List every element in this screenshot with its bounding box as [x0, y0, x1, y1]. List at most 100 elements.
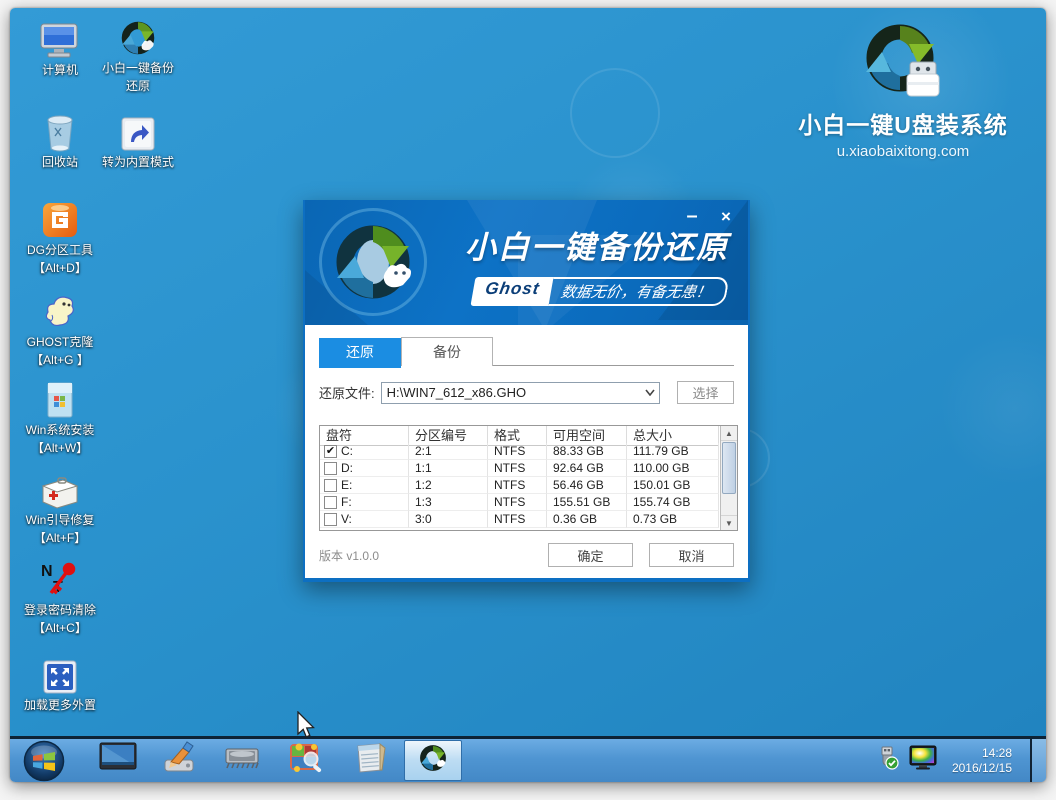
- checkbox-unchecked[interactable]: [324, 513, 337, 526]
- disk-cleanup-icon: [161, 740, 199, 781]
- circular-arrows-icon: [416, 741, 450, 780]
- restore-file-row: 还原文件: H:\WIN7_612_x86.GHO 选择: [319, 381, 734, 404]
- brand-block: 小白一键U盘装系统 u.xiaobaixitong.com: [788, 20, 1018, 160]
- tab-backup[interactable]: 备份: [401, 337, 493, 366]
- scroll-down-icon[interactable]: ▼: [721, 515, 737, 530]
- taskbar-display-settings[interactable]: [92, 741, 144, 781]
- start-button[interactable]: [16, 741, 72, 781]
- slogan-text: 数据无价，有备无患！: [549, 277, 730, 306]
- taskbar: 14:28 2016/12/15: [10, 736, 1046, 782]
- ghost-badge: Ghost: [470, 277, 553, 306]
- table-cell: 0.73 GB: [627, 511, 719, 528]
- minimize-button[interactable]: –: [682, 208, 702, 225]
- table-row-v-drive[interactable]: V:: [320, 511, 409, 528]
- table-cell: 111.79 GB: [627, 443, 719, 460]
- checkbox-unchecked[interactable]: [324, 479, 337, 492]
- table-row-c-drive[interactable]: ✔ C:: [320, 443, 409, 460]
- memory-chip-icon: [222, 743, 262, 778]
- circular-arrows-icon: [90, 18, 186, 58]
- tab-bar: 还原 备份: [319, 325, 734, 366]
- table-cell: 2:1: [409, 443, 488, 460]
- drive-letter: F:: [341, 494, 352, 511]
- desktop-icon-label: GHOST克隆: [12, 335, 108, 350]
- display-color-tray-icon[interactable]: [908, 745, 938, 776]
- tray-clock[interactable]: 14:28 2016/12/15: [952, 746, 1012, 776]
- scroll-up-icon[interactable]: ▲: [721, 426, 737, 441]
- scrollbar-thumb[interactable]: [722, 442, 736, 494]
- taskbar-memory-tool[interactable]: [216, 741, 268, 781]
- desktop-icon-label: 转为内置模式: [90, 155, 186, 170]
- table-cell: 155.74 GB: [627, 494, 719, 511]
- restore-file-combobox[interactable]: H:\WIN7_612_x86.GHO: [381, 382, 660, 404]
- show-desktop-button[interactable]: [1030, 739, 1046, 782]
- diskgenius-icon: [12, 200, 108, 240]
- drive-letter: V:: [341, 511, 352, 528]
- desktop-icon-internal-mode[interactable]: 转为内置模式: [90, 112, 186, 170]
- usb-tray-icon[interactable]: [874, 745, 900, 776]
- notepad-icon: [352, 740, 388, 781]
- desktop-icon-backup-restore-app[interactable]: 小白一键备份 还原: [90, 18, 186, 94]
- table-cell: 3:0: [409, 511, 488, 528]
- table-row-f-drive[interactable]: F:: [320, 494, 409, 511]
- checkbox-checked[interactable]: ✔: [324, 445, 337, 458]
- screen: 计算机 回收站: [10, 8, 1046, 782]
- tab-restore[interactable]: 还原: [319, 338, 401, 368]
- shortcut-arrow-icon: [90, 112, 186, 152]
- usb-system-logo-icon: [788, 20, 1018, 102]
- close-button[interactable]: ×: [716, 208, 736, 225]
- restore-file-value: H:\WIN7_612_x86.GHO: [387, 385, 641, 400]
- taskbar-notepad[interactable]: [344, 741, 396, 781]
- desktop-icon-label: DG分区工具: [12, 243, 108, 258]
- ok-button[interactable]: 确定: [548, 543, 633, 567]
- desktop-bubble-decoration: [570, 68, 660, 158]
- table-cell: NTFS: [488, 477, 547, 494]
- windows-install-icon: [12, 380, 108, 420]
- desktop-icon-hotkey: 【Alt+C】: [12, 621, 108, 636]
- desktop-icon-label: 加载更多外置: [12, 698, 108, 713]
- desktop-icon-label: 登录密码清除: [12, 603, 108, 618]
- window-content: 还原 备份 还原文件: H:\WIN7_612_x86.GHO 选择: [305, 325, 748, 578]
- desktop-icon-win-install[interactable]: Win系统安装 【Alt+W】: [12, 380, 108, 456]
- select-file-button[interactable]: 选择: [677, 381, 734, 404]
- display-settings-icon: [99, 742, 137, 779]
- desktop-icon-ghost-clone[interactable]: GHOST克隆 【Alt+G 】: [12, 292, 108, 368]
- table-cell: 88.33 GB: [547, 443, 627, 460]
- desktop-icon-hotkey: 【Alt+G 】: [12, 353, 108, 368]
- table-cell: 0.36 GB: [547, 511, 627, 528]
- taskbar-wallpaper-tool[interactable]: [280, 741, 332, 781]
- desktop-icon-hotkey: 【Alt+D】: [12, 261, 108, 276]
- checkbox-unchecked[interactable]: [324, 496, 337, 509]
- brand-url: u.xiaobaixitong.com: [788, 143, 1018, 160]
- desktop-icon-dg-partition[interactable]: DG分区工具 【Alt+D】: [12, 200, 108, 276]
- table-row-d-drive[interactable]: D:: [320, 460, 409, 477]
- table-cell: 1:1: [409, 460, 488, 477]
- cancel-button[interactable]: 取消: [649, 543, 734, 567]
- table-cell: 150.01 GB: [627, 477, 719, 494]
- table-cell: NTFS: [488, 460, 547, 477]
- desktop-icon-password-clear[interactable]: N T 登录密码清除 【Alt+C】: [12, 560, 108, 636]
- desktop-icon-boot-repair[interactable]: Win引导修复 【Alt+F】: [12, 470, 108, 546]
- desktop-icon-label: Win引导修复: [12, 513, 108, 528]
- taskbar-active-app-backup-restore[interactable]: [404, 740, 462, 781]
- ghost-icon: [12, 292, 108, 332]
- drive-letter: D:: [341, 460, 353, 477]
- chevron-down-icon[interactable]: [641, 389, 659, 396]
- desktop-icon-hotkey: 【Alt+F】: [12, 531, 108, 546]
- desktop-icon-label2: 还原: [90, 79, 186, 94]
- window-title: 小白一键备份还原: [465, 222, 735, 267]
- desktop-icon-load-more[interactable]: 加载更多外置: [12, 655, 108, 713]
- table-row-e-drive[interactable]: E:: [320, 477, 409, 494]
- tray-date: 2016/12/15: [952, 761, 1012, 776]
- desktop-icon-label: 小白一键备份: [90, 61, 186, 76]
- desktop-icon-label: Win系统安装: [12, 423, 108, 438]
- wallpaper-magnifier-icon: [287, 739, 325, 782]
- expand-arrows-icon: [12, 655, 108, 695]
- banner-titles: 小白一键备份还原 Ghost 数据无价，有备无患！: [465, 222, 735, 306]
- table-cell: 92.64 GB: [547, 460, 627, 477]
- system-tray: 14:28 2016/12/15: [874, 739, 1046, 782]
- taskbar-disk-cleanup[interactable]: [154, 741, 206, 781]
- drive-letter: C:: [341, 443, 353, 460]
- table-scrollbar[interactable]: ▲ ▼: [720, 426, 737, 530]
- svg-text:N: N: [41, 563, 53, 580]
- checkbox-unchecked[interactable]: [324, 462, 337, 475]
